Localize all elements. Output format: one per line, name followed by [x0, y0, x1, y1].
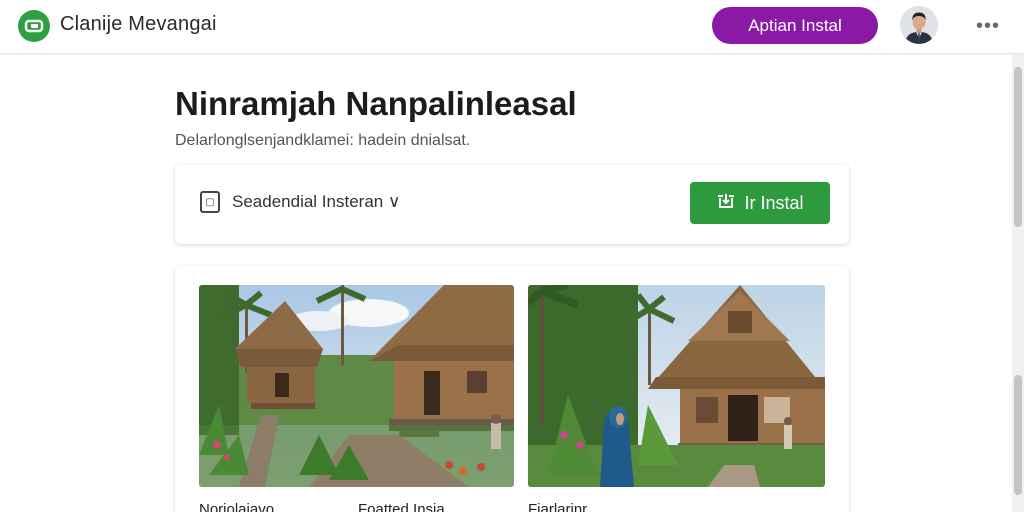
app-title: Clanije Mevangai	[60, 13, 217, 35]
gallery-card: Noriolaiavo Foatted Insia Fiarlarinr	[175, 266, 849, 512]
photo-caption: Noriolaiavo	[199, 501, 275, 512]
photo-caption: Foatted Insia	[358, 501, 445, 512]
app-logo-icon[interactable]	[18, 10, 50, 42]
top-bar: Clanije Mevangai Aptian Instal •••	[0, 0, 1024, 54]
install-button-label: Ir Instal	[744, 192, 804, 213]
page-subtitle: Delarlonglsenjandklamei: hadein dnialsat…	[175, 132, 471, 149]
scroll-thumb[interactable]	[1014, 375, 1022, 495]
village-house-photo[interactable]	[199, 285, 514, 487]
traditional-house-photo[interactable]	[528, 285, 825, 487]
install-app-button[interactable]: Aptian Instal	[712, 7, 878, 44]
scroll-thumb[interactable]	[1014, 67, 1022, 227]
more-options-button[interactable]: •••	[966, 12, 1010, 40]
main-content: Ninramjah Nanpalinleasal Delarlonglsenja…	[0, 55, 1012, 512]
install-button[interactable]: Ir Instal	[690, 182, 830, 224]
device-icon: ▢	[200, 191, 220, 213]
install-icon	[716, 192, 736, 215]
version-select[interactable]: Seadendial Insteran ∨	[232, 192, 400, 212]
photo-caption: Fiarlarinr	[528, 501, 588, 512]
user-avatar[interactable]	[900, 6, 938, 44]
vertical-scrollbar[interactable]	[1012, 55, 1024, 512]
page-title: Ninramjah Nanpalinleasal	[175, 85, 577, 122]
install-card: ▢ Seadendial Insteran ∨ Ir Instal	[175, 165, 849, 244]
